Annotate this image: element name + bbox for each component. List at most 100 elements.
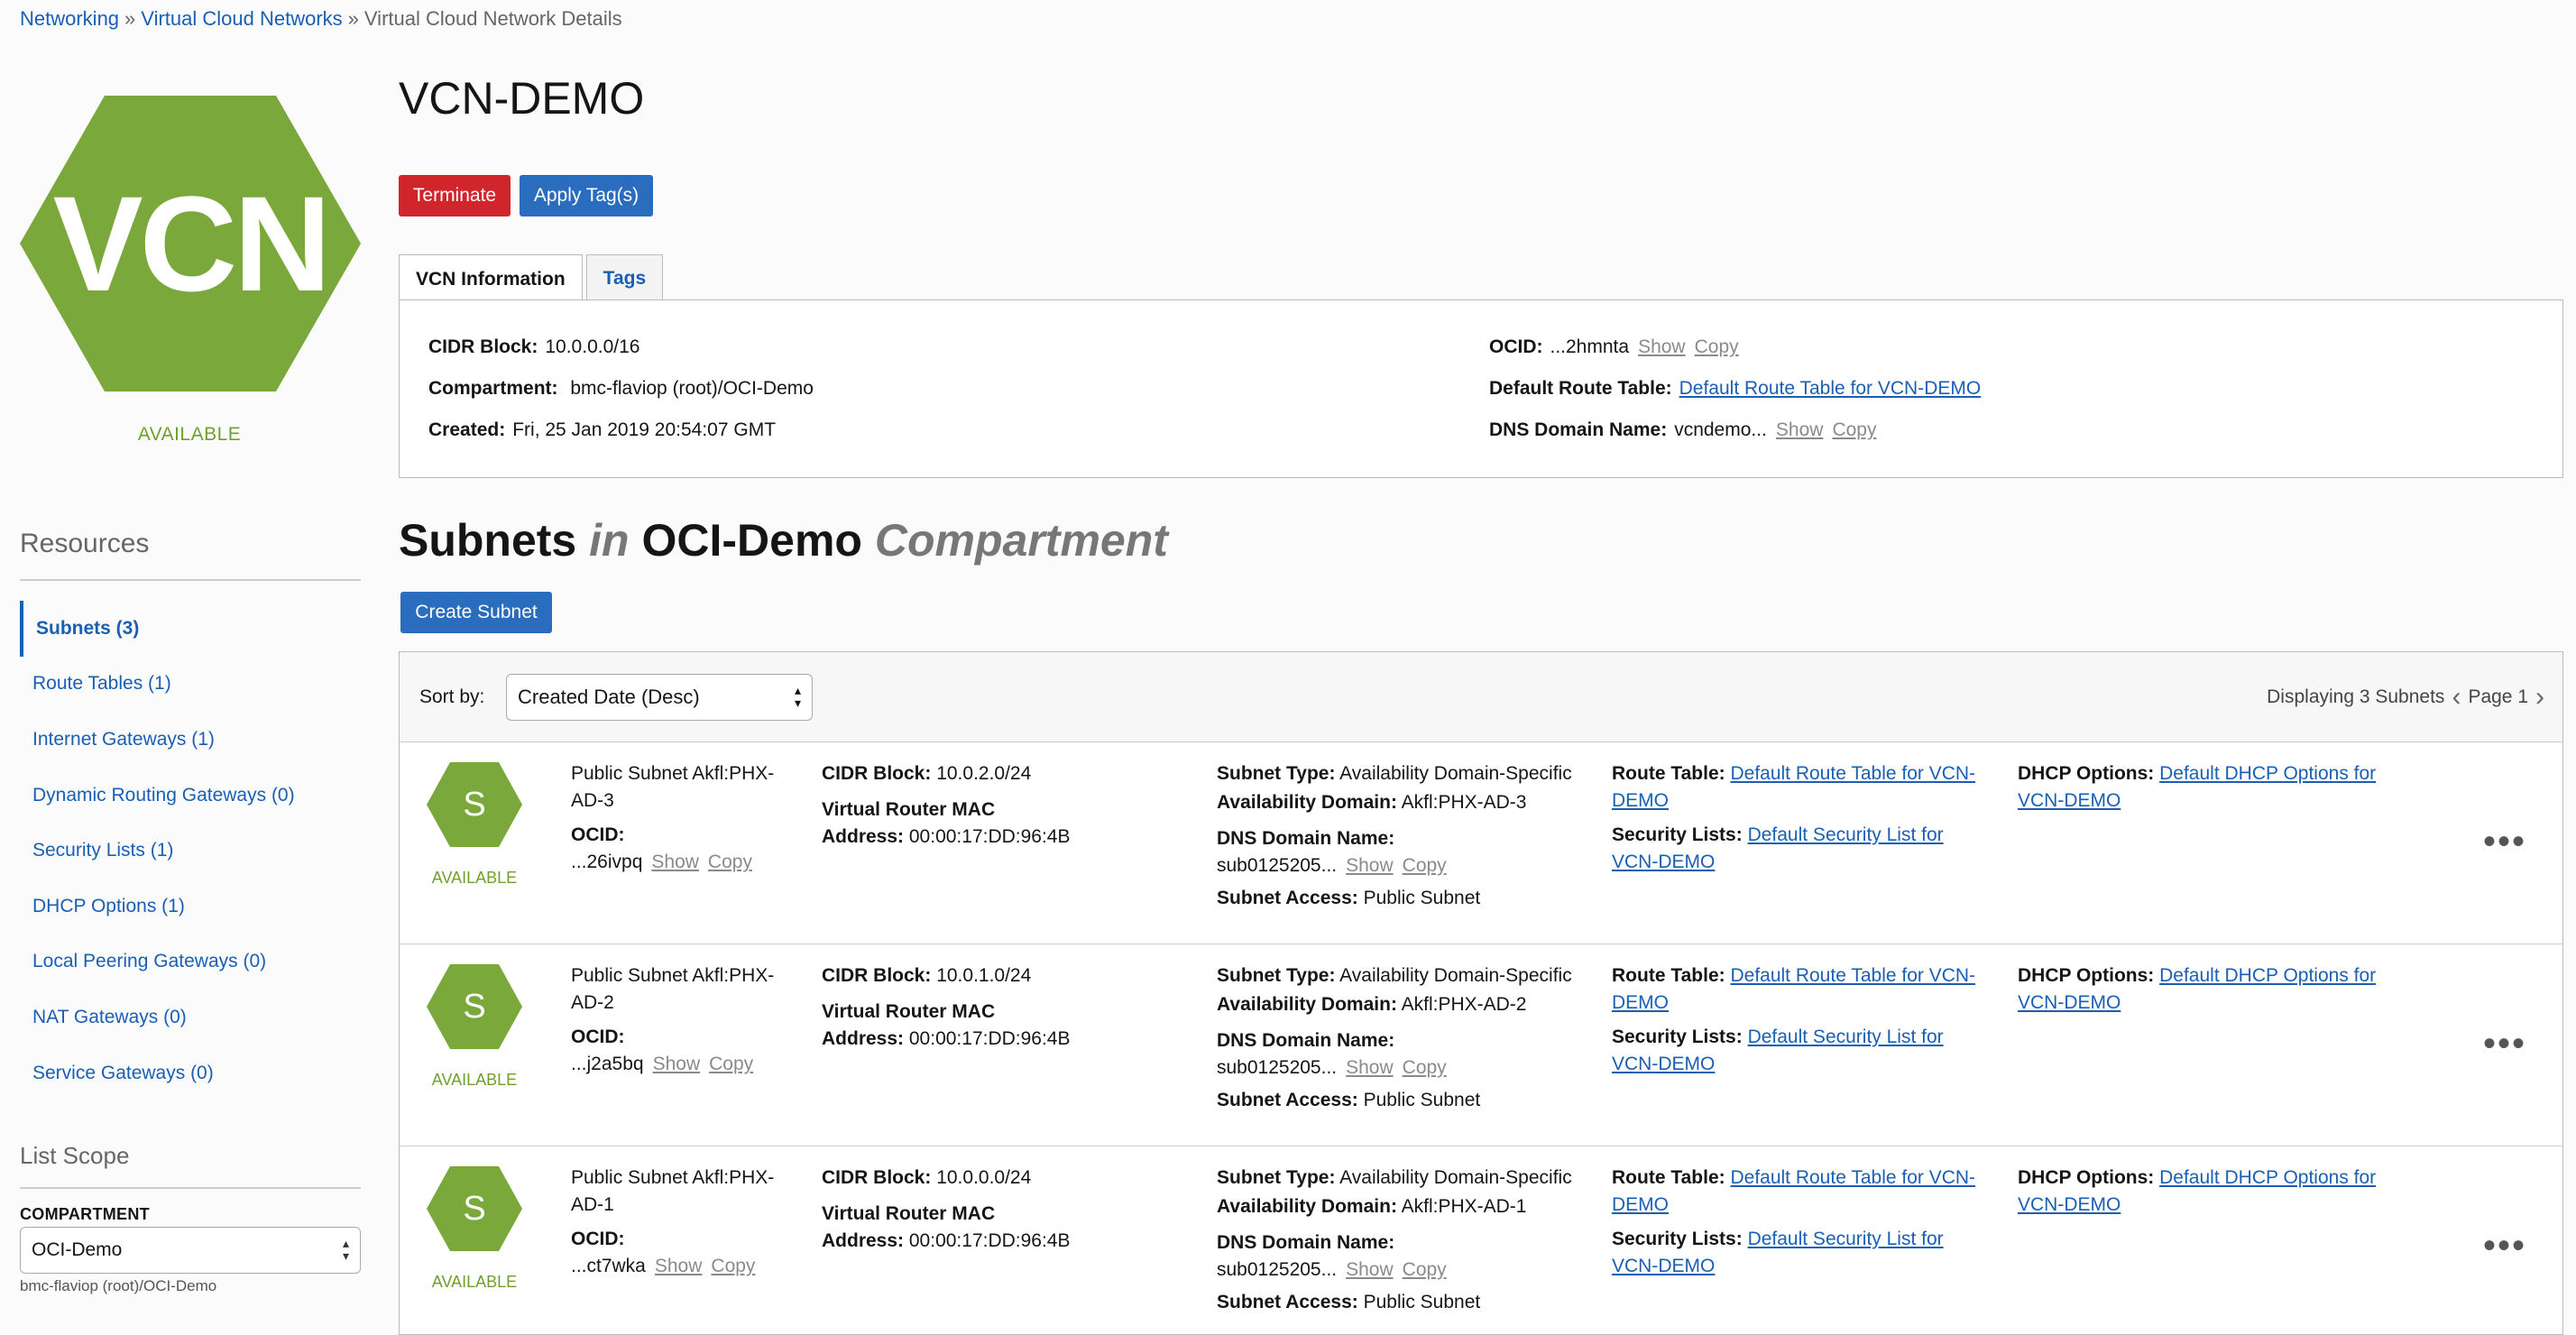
compartment-select[interactable]: OCI-Demo ▴ ▾ (20, 1227, 361, 1274)
subnet-dns-copy-link[interactable]: Copy (1403, 1259, 1447, 1280)
subnet-ocid-show-link[interactable]: Show (653, 1054, 701, 1074)
subnet-ocid-show-link[interactable]: Show (655, 1256, 703, 1276)
info-created-value: Fri, 25 Jan 2019 20:54:07 GMT (512, 419, 777, 440)
info-ocid-label: OCID: (1489, 336, 1543, 357)
subnet-dns-show-link[interactable]: Show (1346, 855, 1394, 876)
info-compartment-value: bmc-flaviop (root)/OCI-Demo (570, 378, 814, 399)
resource-nat-gateways[interactable]: NAT Gateways (0) (20, 990, 361, 1045)
row-actions-menu-icon[interactable]: ••• (2483, 1026, 2526, 1062)
subnet-type-value: Availability Domain-Specific (1339, 965, 1572, 986)
subnets-toolbar: Sort by: Created Date (Desc) ▴ ▾ Displayi… (400, 652, 2562, 742)
tab-vcn-information[interactable]: VCN Information (399, 254, 583, 303)
subnet-dhcp-link[interactable]: Default DHCP Options for (2159, 965, 2376, 986)
next-page-icon[interactable]: › (2535, 684, 2544, 711)
subnet-name-line-2[interactable]: AD-2 (571, 990, 796, 1017)
subnets-heading: Subnets in OCI-Demo Compartment (399, 514, 1168, 566)
subnet-security-link-cont[interactable]: VCN-DEMO (1612, 1256, 1715, 1276)
dns-copy-link[interactable]: Copy (1832, 419, 1876, 440)
subnet-dhcp-link-cont[interactable]: VCN-DEMO (2018, 992, 2121, 1013)
subnet-ocid-copy-link[interactable]: Copy (708, 852, 752, 872)
sort-select[interactable]: Created Date (Desc) ▴ ▾ (506, 674, 813, 721)
subnet-ocid-copy-link[interactable]: Copy (711, 1256, 755, 1276)
subnet-dns-copy-link[interactable]: Copy (1403, 1057, 1447, 1078)
subnet-route-label: Route Table: (1612, 965, 1725, 986)
dns-show-link[interactable]: Show (1776, 419, 1824, 440)
info-route-table: Default Route Table: Default Route Table … (1489, 378, 1981, 400)
subnet-hexagon-icon: S (427, 762, 522, 847)
apply-tags-button[interactable]: Apply Tag(s) (520, 175, 653, 216)
info-cidr: CIDR Block: 10.0.0.0/16 (428, 336, 639, 358)
create-subnet-button[interactable]: Create Subnet (400, 592, 552, 633)
prev-page-icon[interactable]: ‹ (2452, 684, 2461, 711)
subnet-ad-label: Availability Domain: (1217, 1196, 1397, 1217)
subnet-type-value: Availability Domain-Specific (1339, 763, 1572, 784)
resource-dhcp-options[interactable]: DHCP Options (1) (20, 879, 361, 934)
subnet-route-link-cont[interactable]: DEMO (1612, 790, 1669, 811)
ocid-show-link[interactable]: Show (1638, 336, 1686, 357)
row-actions-menu-icon[interactable]: ••• (2483, 1228, 2526, 1264)
resource-drgs[interactable]: Dynamic Routing Gateways (0) (20, 768, 361, 824)
terminate-button[interactable]: Terminate (399, 175, 511, 216)
subnet-route-link-cont[interactable]: DEMO (1612, 992, 1669, 1013)
subnet-dhcp-label: DHCP Options: (2018, 965, 2155, 986)
subnet-name-line-1[interactable]: Public Subnet Akfl:PHX- (571, 1165, 796, 1192)
subnet-hexagon-icon: S (427, 1166, 522, 1251)
resource-service-gateways[interactable]: Service Gateways (0) (20, 1045, 361, 1101)
resource-route-tables[interactable]: Route Tables (1) (20, 657, 361, 713)
subnet-route-link[interactable]: Default Route Table for VCN- (1730, 965, 1975, 986)
info-cidr-value: 10.0.0.0/16 (545, 336, 640, 357)
info-compartment: Compartment: bmc-flaviop (root)/OCI-Demo (428, 378, 814, 400)
subnet-security-link[interactable]: Default Security List for (1748, 1027, 1944, 1047)
info-compartment-label: Compartment: (428, 378, 558, 399)
subnet-dns-show-link[interactable]: Show (1346, 1259, 1394, 1280)
table-row: S AVAILABLE Public Subnet Akfl:PHX- AD-2… (400, 944, 2562, 1146)
subnet-name-line-1[interactable]: Public Subnet Akfl:PHX- (571, 760, 796, 787)
subnet-ocid-label: OCID: (571, 1027, 625, 1047)
subnet-name-line-1[interactable]: Public Subnet Akfl:PHX- (571, 962, 796, 990)
resource-internet-gateways[interactable]: Internet Gateways (1) (20, 712, 361, 768)
subnet-security-link-cont[interactable]: VCN-DEMO (1612, 852, 1715, 872)
subnet-dns-copy-link[interactable]: Copy (1403, 855, 1447, 876)
subnet-access-value: Public Subnet (1363, 888, 1481, 908)
subnet-security-link[interactable]: Default Security List for (1748, 824, 1944, 845)
resource-security-lists[interactable]: Security Lists (1) (20, 823, 361, 879)
resource-subnets[interactable]: Subnets (3) (20, 601, 361, 657)
subnet-ocid-copy-link[interactable]: Copy (709, 1054, 753, 1074)
tab-tags[interactable]: Tags (585, 254, 664, 301)
subnet-security-link-cont[interactable]: VCN-DEMO (1612, 1054, 1715, 1074)
subnet-dns-value: sub0125205... (1217, 1259, 1338, 1280)
subnet-route-link-cont[interactable]: DEMO (1612, 1194, 1669, 1215)
subnet-access-value: Public Subnet (1363, 1292, 1481, 1312)
row-actions-menu-icon[interactable]: ••• (2483, 824, 2526, 860)
subnet-dhcp-link[interactable]: Default DHCP Options for (2159, 763, 2376, 784)
subnet-ocid-show-link[interactable]: Show (651, 852, 699, 872)
subnet-route-link[interactable]: Default Route Table for VCN- (1730, 1167, 1975, 1188)
subnet-route-link[interactable]: Default Route Table for VCN- (1730, 763, 1975, 784)
subnet-hexagon-icon: S (427, 964, 522, 1049)
resource-local-peering[interactable]: Local Peering Gateways (0) (20, 934, 361, 990)
page-number: Page 1 (2468, 686, 2528, 707)
subnet-cidr-value: 10.0.2.0/24 (936, 763, 1032, 784)
subnet-dhcp-link[interactable]: Default DHCP Options for (2159, 1167, 2376, 1188)
subnet-name-cell: Public Subnet Akfl:PHX- AD-3 OCID: ...26… (571, 760, 796, 876)
subnet-dns-show-link[interactable]: Show (1346, 1057, 1394, 1078)
subnet-dhcp-link-cont[interactable]: VCN-DEMO (2018, 790, 2121, 811)
subnet-mac-label: Virtual Router MAC (822, 1001, 996, 1022)
subnet-name-line-2[interactable]: AD-3 (571, 787, 796, 815)
compartment-path: bmc-flaviop (root)/OCI-Demo (20, 1277, 217, 1294)
subnet-name-line-2[interactable]: AD-1 (571, 1192, 796, 1219)
subnet-access-label: Subnet Access: (1217, 888, 1358, 908)
default-route-table-link[interactable]: Default Route Table for VCN-DEMO (1679, 378, 1982, 399)
subnet-ad-label: Availability Domain: (1217, 994, 1397, 1015)
subnet-address-label: Address: (822, 1230, 905, 1251)
ocid-copy-link[interactable]: Copy (1695, 336, 1739, 357)
subnet-security-link[interactable]: Default Security List for (1748, 1229, 1944, 1249)
subnets-heading-in: in (589, 515, 630, 566)
subnet-cidr-label: CIDR Block: (822, 763, 932, 784)
subnet-mac-value: 00:00:17:DD:96:4B (908, 826, 1071, 847)
subnet-dhcp-link-cont[interactable]: VCN-DEMO (2018, 1194, 2121, 1215)
subnet-address-label: Address: (822, 826, 905, 847)
info-created: Created: Fri, 25 Jan 2019 20:54:07 GMT (428, 419, 776, 441)
subnet-details-cell: Subnet Type: Availability Domain-Specifi… (1217, 760, 1596, 912)
subnet-cidr-value: 10.0.1.0/24 (936, 965, 1032, 986)
